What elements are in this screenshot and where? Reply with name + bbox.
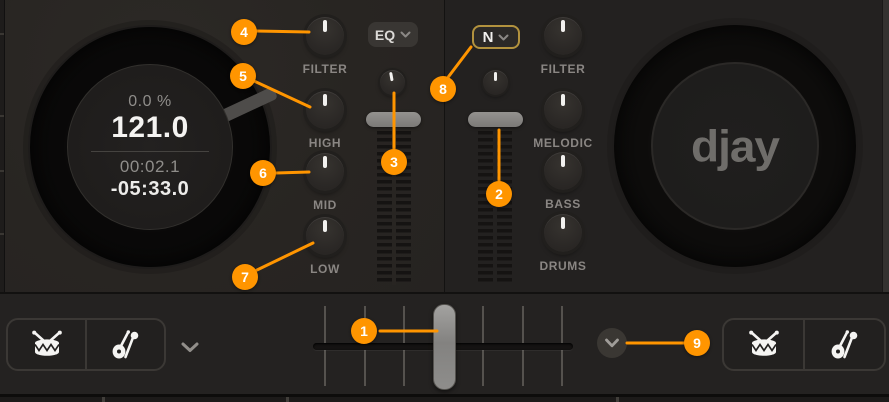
- callout-8-neural-mix-dropdown: 8: [430, 76, 456, 102]
- right-instruments-button[interactable]: [803, 320, 884, 369]
- djay-logo: djay: [690, 121, 780, 171]
- edge-tick: [0, 33, 4, 35]
- callout-4-filter-knob: 4: [231, 19, 257, 45]
- right-volume-fader-handle[interactable]: [468, 112, 523, 127]
- left-platter-display: 0.0 % 121.0 00:02.1 -05:33.0: [67, 64, 233, 230]
- display-divider: [91, 150, 209, 152]
- elapsed-time-readout: 00:02.1: [119, 156, 181, 176]
- right-filter-knob[interactable]: [544, 17, 582, 55]
- bass-knob-block: BASS: [518, 152, 608, 211]
- instruments-icon: [831, 329, 857, 358]
- right-drums-button[interactable]: [724, 320, 803, 369]
- callout-2-right-volume-fader: 2: [486, 181, 512, 207]
- right-gain-knob[interactable]: [483, 70, 508, 95]
- left-high-knob[interactable]: [306, 91, 344, 129]
- bass-knob[interactable]: [544, 152, 582, 190]
- crossfader-handle[interactable]: [433, 304, 456, 390]
- left-mid-knob-label: MID: [313, 198, 337, 212]
- callout-5-high-knob: 5: [230, 63, 256, 89]
- left-low-knob[interactable]: [306, 217, 344, 255]
- melodic-knob-block: MELODIC: [518, 91, 608, 150]
- left-low-knob-label: LOW: [310, 262, 340, 276]
- neural-mix-label: N: [482, 28, 494, 46]
- drums-knob-label: DRUMS: [539, 259, 587, 273]
- instruments-icon: [112, 329, 138, 358]
- left-mid-knob-block: MID: [280, 153, 370, 212]
- left-filter-knob-block: FILTER: [280, 17, 370, 76]
- edge-tick: [0, 115, 4, 117]
- lower-panel-divider: [102, 397, 105, 402]
- left-jog-wheel[interactable]: 0.0 % 121.0 00:02.1 -05:33.0: [28, 25, 279, 269]
- chevron-down-icon: [498, 34, 509, 40]
- right-filter-knob-block: FILTER: [518, 17, 608, 76]
- callout-7-low-knob: 7: [232, 264, 258, 290]
- left-mid-knob[interactable]: [306, 153, 344, 191]
- callout-1-crossfader: 1: [351, 318, 377, 344]
- melodic-knob[interactable]: [544, 91, 582, 129]
- left-volume-fader-handle[interactable]: [366, 112, 421, 127]
- melodic-knob-label: MELODIC: [533, 136, 593, 150]
- remaining-time-readout: -05:33.0: [110, 177, 190, 200]
- right-panel-edge: [882, 0, 889, 292]
- left-instruments-button[interactable]: [85, 320, 164, 369]
- left-filter-knob[interactable]: [306, 17, 344, 55]
- djay-mixer-view: 0.0 % 121.0 00:02.1 -05:33.0 djay FILTER…: [0, 0, 889, 402]
- tempo-readout: 0.0 %: [128, 93, 172, 111]
- left-high-knob-label: HIGH: [308, 136, 342, 150]
- left-low-knob-block: LOW: [280, 217, 370, 276]
- right-expand-button[interactable]: [597, 328, 627, 358]
- deck-divider: [444, 0, 445, 292]
- right-platter-display: djay: [651, 62, 819, 230]
- left-gain-knob[interactable]: [380, 70, 405, 95]
- right-filter-knob-label: FILTER: [540, 62, 586, 76]
- callout-6-mid-knob: 6: [250, 160, 276, 186]
- left-expand-button[interactable]: [179, 339, 201, 355]
- drums-knob[interactable]: [544, 214, 582, 252]
- edge-tick: [0, 233, 4, 235]
- lower-panel-row: [0, 397, 889, 402]
- drums-knob-block: DRUMS: [518, 214, 608, 273]
- eq-mode-label: EQ: [374, 26, 396, 43]
- chevron-down-icon: [181, 342, 199, 352]
- eq-mode-dropdown[interactable]: EQ: [368, 22, 418, 47]
- lower-panel-divider: [286, 397, 289, 402]
- edge-tick: [0, 170, 4, 172]
- drum-icon: [748, 330, 779, 356]
- right-volume-fader-track[interactable]: [478, 131, 512, 285]
- drum-icon: [31, 330, 62, 356]
- left-drums-button[interactable]: [8, 320, 85, 369]
- neural-mix-dropdown[interactable]: N: [472, 25, 520, 49]
- chevron-down-icon: [400, 31, 411, 38]
- right-jog-wheel[interactable]: djay: [612, 23, 858, 269]
- bass-knob-label: BASS: [545, 197, 581, 211]
- bpm-readout: 121.0: [111, 111, 189, 145]
- lower-panel-divider: [616, 397, 619, 402]
- left-high-knob-block: HIGH: [280, 91, 370, 150]
- callout-9-expand-button: 9: [684, 330, 710, 356]
- left-library-toggle-group: [6, 318, 166, 371]
- left-filter-knob-label: FILTER: [302, 62, 348, 76]
- callout-3-left-volume-fader: 3: [381, 149, 407, 175]
- right-library-toggle-group: [722, 318, 886, 371]
- chevron-down-icon: [605, 338, 619, 348]
